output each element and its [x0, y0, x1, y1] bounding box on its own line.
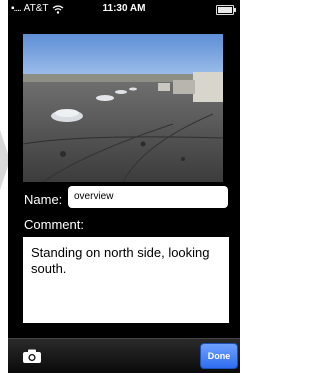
comment-field[interactable]: Standing on north side, looking south.: [23, 237, 229, 323]
phone-screen: ▪.... AT&T 11:30 AM Name: overview Comme…: [8, 0, 240, 373]
name-field[interactable]: overview: [68, 186, 228, 208]
camera-icon[interactable]: [22, 348, 42, 364]
bottom-toolbar: Done: [8, 338, 240, 373]
done-button[interactable]: Done: [200, 343, 238, 369]
rooftop-photo-image: [23, 34, 223, 182]
battery-icon: [216, 5, 236, 15]
comment-label: Comment:: [24, 217, 84, 232]
status-bar: ▪.... AT&T 11:30 AM: [8, 0, 240, 18]
rooftop-photo[interactable]: [23, 34, 223, 182]
clock: 11:30 AM: [102, 3, 146, 14]
name-label: Name:: [24, 192, 63, 207]
